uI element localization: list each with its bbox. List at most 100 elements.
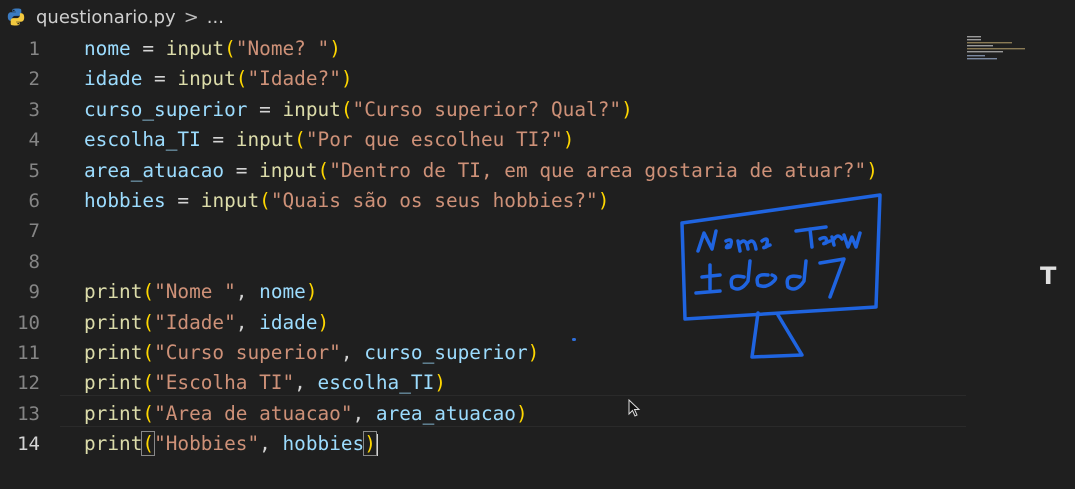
code-text[interactable]: nome = input("Nome? ") [84, 34, 341, 64]
code-token: "Nome? " [235, 37, 330, 60]
code-token: idade [259, 310, 318, 334]
code-line[interactable]: 4 escolha_TI = input("Por que escolheu TI… [0, 125, 960, 155]
code-token: input [282, 97, 341, 121]
code-token: ) [329, 37, 341, 60]
code-line[interactable]: 13 print("Area de atuacao", area_atuacao) [0, 399, 960, 429]
code-token: ( [142, 341, 155, 364]
code-token: "Idade?" [247, 67, 341, 91]
code-token: , [340, 341, 365, 364]
code-token: ( [294, 128, 306, 152]
text-cursor [375, 433, 378, 456]
code-text[interactable]: print("Area de atuacao", area_atuacao) [84, 399, 528, 429]
code-token: ( [340, 97, 353, 121]
code-token: ) [363, 431, 377, 457]
code-token: ( [142, 310, 155, 334]
python-icon [7, 8, 25, 26]
code-token: escolha_TI [317, 371, 435, 395]
code-text[interactable]: print("Nome ", nome) [84, 277, 318, 307]
code-text[interactable]: curso_superior = input("Curso superior? … [84, 95, 633, 125]
code-token: = [142, 67, 178, 91]
code-token: escolha_TI [84, 128, 201, 152]
code-token: print [84, 432, 143, 456]
code-text[interactable]: hobbies = input("Quais são os seus hobbi… [84, 186, 609, 216]
code-line[interactable]: 14 print("Hobbies", hobbies) [0, 429, 960, 459]
code-token: ( [224, 37, 236, 60]
breadcrumb-file[interactable]: questionario.py [36, 7, 176, 28]
code-token: area_atuacao [84, 158, 225, 182]
line-number: 8 [28, 250, 40, 273]
code-token: , [294, 371, 318, 395]
code-text[interactable]: idade = input("Idade?") [84, 64, 353, 94]
code-token: ( [141, 431, 156, 457]
code-token: nome [259, 280, 306, 304]
code-token: input [200, 189, 260, 212]
line-number: 5 [28, 159, 40, 182]
code-token: "Hobbies" [154, 432, 260, 456]
code-token: "Idade" [154, 310, 236, 334]
line-number: 14 [17, 433, 40, 456]
line-number: 6 [28, 190, 40, 212]
code-token: hobbies [282, 432, 365, 456]
code-editor[interactable]: 1 nome = input("Nome? ") 2 idade = input("I… [0, 34, 1075, 489]
code-token: print [84, 401, 143, 425]
code-token: "Quais são os seus hobbies?" [270, 189, 598, 212]
code-line[interactable]: 2 idade = input("Idade?") [0, 64, 960, 94]
code-token: ) [866, 158, 878, 182]
code-line[interactable]: 5 area_atuacao = input("Dentro de TI, em … [0, 156, 960, 186]
code-token: ) [527, 341, 540, 364]
annotation-dot [572, 338, 576, 341]
code-token: ) [562, 128, 575, 152]
handwritten-annotation-drawing [680, 193, 882, 359]
breadcrumb[interactable]: questionario.py > ... [0, 0, 1075, 34]
code-token: ( [317, 158, 330, 182]
code-line[interactable]: 3 curso_superior = input("Curso superior?… [0, 95, 960, 125]
line-number: 7 [28, 220, 40, 243]
line-number: 3 [28, 98, 40, 121]
code-text[interactable]: area_atuacao = input("Dentro de TI, em q… [84, 156, 878, 186]
code-token: ) [515, 401, 528, 425]
breadcrumb-more[interactable]: ... [207, 7, 224, 28]
code-token: ) [621, 97, 633, 121]
line-number: 9 [28, 281, 40, 304]
code-token: input [235, 128, 295, 152]
line-number: 10 [17, 311, 40, 334]
code-token: "Curso superior" [154, 341, 341, 364]
code-token: curso_superior [84, 97, 248, 121]
code-token: ( [142, 401, 155, 425]
code-token: "Curso superior? Qual?" [352, 97, 622, 121]
text-tool-icon[interactable]: T [1040, 262, 1056, 290]
line-number: 1 [28, 38, 40, 60]
code-token: , [235, 310, 260, 334]
code-text[interactable]: print("Curso superior", curso_superior) [84, 338, 539, 368]
code-token: "Por que escolheu TI?" [305, 128, 563, 152]
breadcrumb-separator: > [183, 6, 199, 28]
code-text[interactable]: print("Idade", idade) [84, 308, 329, 338]
code-token: print [84, 371, 143, 395]
code-token: ( [142, 371, 155, 395]
code-token: input [259, 158, 318, 182]
line-number: 11 [17, 342, 40, 364]
code-token: input [165, 37, 225, 60]
line-number: 4 [28, 129, 40, 152]
line-number: 2 [28, 68, 40, 91]
code-token: nome [84, 37, 131, 60]
code-token: = [247, 97, 283, 121]
code-token: input [177, 67, 236, 91]
code-token: ) [597, 189, 610, 212]
code-token: hobbies [84, 189, 166, 212]
code-token: = [130, 37, 166, 60]
code-text[interactable]: print("Hobbies", hobbies) [84, 429, 378, 459]
code-line[interactable]: 1 nome = input("Nome? ") [0, 34, 960, 64]
code-text[interactable]: escolha_TI = input("Por que escolheu TI?… [84, 125, 574, 155]
code-token: print [84, 341, 143, 364]
code-token: "Nome " [154, 280, 236, 304]
code-token: ( [142, 280, 155, 304]
line-number: 12 [17, 372, 40, 395]
line-number: 13 [17, 402, 40, 425]
code-token: idade [84, 67, 143, 91]
code-token: , [259, 432, 283, 456]
mouse-cursor-icon [628, 399, 641, 417]
code-line[interactable]: 12 print("Escolha TI", escolha_TI) [0, 368, 960, 398]
code-token: , [235, 280, 260, 304]
code-text[interactable]: print("Escolha TI", escolha_TI) [84, 368, 446, 398]
